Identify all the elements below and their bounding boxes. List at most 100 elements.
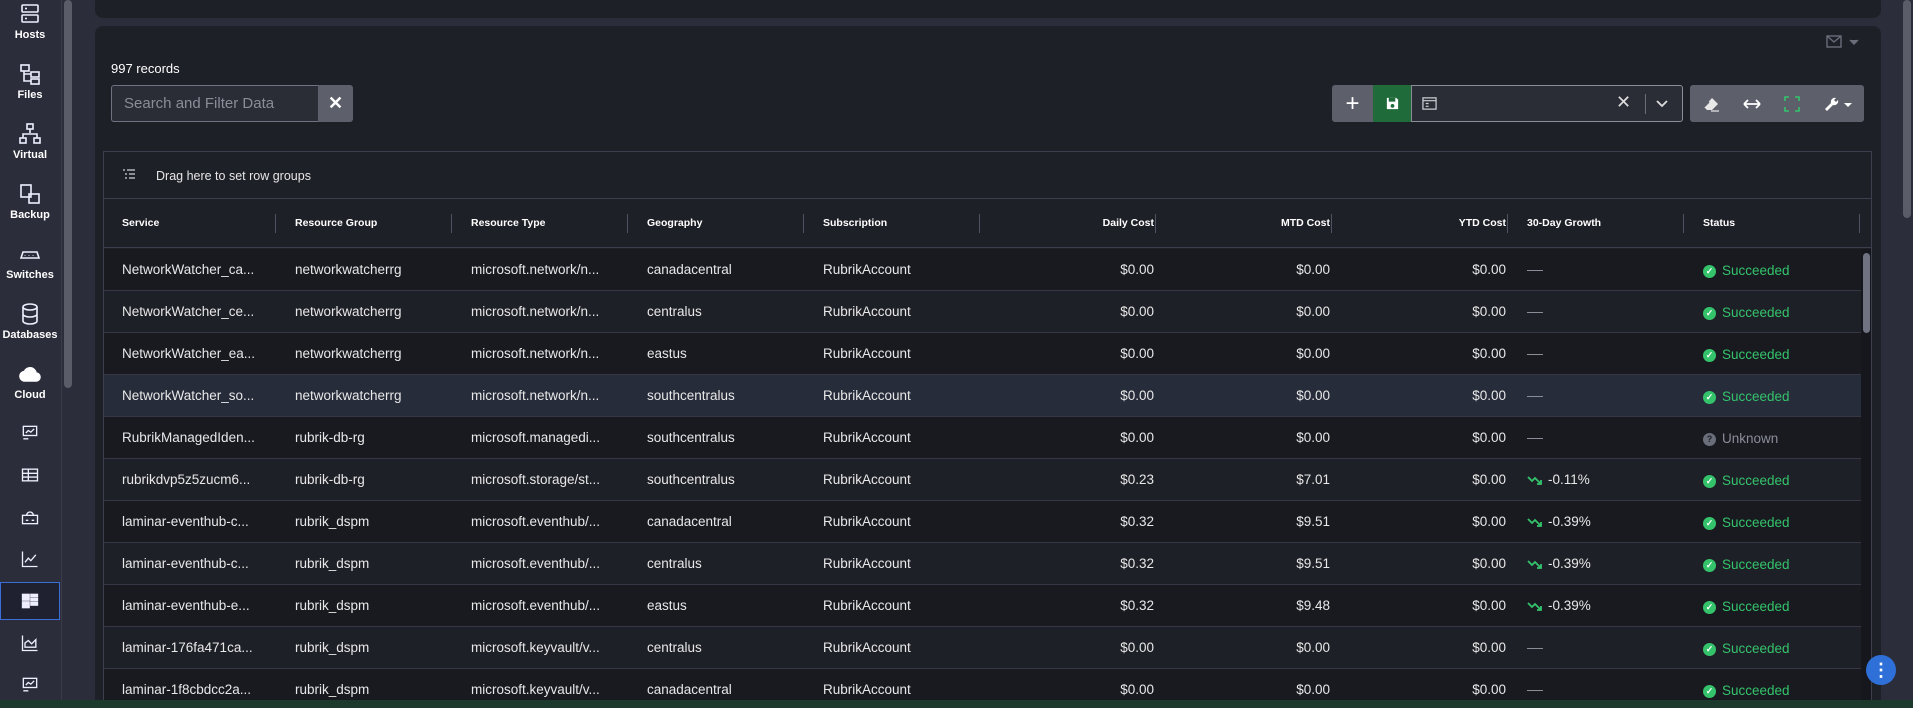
page-scrollbar[interactable]	[1901, 0, 1913, 708]
column-header-status[interactable]: Status	[1703, 199, 1853, 248]
search-clear-button[interactable]: ✕	[318, 85, 353, 122]
cell-ytd[interactable]: $0.00	[1351, 459, 1506, 501]
cell-type[interactable]: microsoft.keyvault/v...	[471, 627, 621, 669]
column-header-30-day-growth[interactable]: 30-Day Growth	[1527, 199, 1677, 248]
grid-scrollbar[interactable]	[1861, 249, 1871, 708]
column-resize-handle[interactable]	[1507, 214, 1508, 233]
cell-daily[interactable]: $0.00	[999, 249, 1154, 291]
cell-growth[interactable]	[1527, 291, 1677, 333]
table-row[interactable]: rubrikdvp5z5zucm6... rubrik-db-rg microsof…	[104, 459, 1861, 501]
cell-mtd[interactable]: $0.00	[1175, 333, 1330, 375]
tools-menu-button[interactable]	[1812, 85, 1864, 122]
chevron-down-icon[interactable]	[1654, 95, 1670, 111]
cell-daily[interactable]: $0.32	[999, 543, 1154, 585]
cell-sub[interactable]: RubrikAccount	[823, 375, 973, 417]
nav-table[interactable]	[0, 456, 60, 494]
cell-sub[interactable]: RubrikAccount	[823, 291, 973, 333]
cell-service[interactable]: rubrikdvp5z5zucm6...	[122, 459, 272, 501]
cell-group[interactable]: networkwatcherrg	[295, 333, 445, 375]
cell-ytd[interactable]: $0.00	[1351, 333, 1506, 375]
cell-sub[interactable]: RubrikAccount	[823, 333, 973, 375]
table-row[interactable]: laminar-176fa471ca... rubrik_dspm microsof…	[104, 627, 1861, 669]
cell-ytd[interactable]: $0.00	[1351, 291, 1506, 333]
cell-sub[interactable]: RubrikAccount	[823, 501, 973, 543]
autosize-columns-button[interactable]	[1732, 85, 1772, 122]
table-row[interactable]: NetworkWatcher_so... networkwatcherrg micr…	[104, 375, 1861, 417]
grid-scrollbar-thumb[interactable]	[1863, 253, 1870, 333]
column-resize-handle[interactable]	[627, 214, 628, 233]
nav-report[interactable]	[0, 414, 60, 452]
cell-service[interactable]: laminar-eventhub-c...	[122, 543, 272, 585]
cell-type[interactable]: microsoft.managedi...	[471, 417, 621, 459]
cell-daily[interactable]: $0.32	[999, 501, 1154, 543]
cell-mtd[interactable]: $0.00	[1175, 375, 1330, 417]
nav-dashboard[interactable]	[0, 498, 60, 536]
cell-type[interactable]: microsoft.network/n...	[471, 333, 621, 375]
cell-ytd[interactable]: $0.00	[1351, 417, 1506, 459]
column-header-mtd-cost[interactable]: MTD Cost	[1175, 199, 1330, 248]
cell-growth[interactable]: -0.39%	[1527, 585, 1677, 627]
cell-geo[interactable]: centralus	[647, 543, 797, 585]
column-header-subscription[interactable]: Subscription	[823, 199, 973, 248]
cell-type[interactable]: microsoft.network/n...	[471, 249, 621, 291]
column-resize-handle[interactable]	[1155, 214, 1156, 233]
cell-status[interactable]: ✓ Succeeded	[1703, 585, 1853, 627]
cell-service[interactable]: NetworkWatcher_ea...	[122, 333, 272, 375]
table-row[interactable]: NetworkWatcher_ca... networkwatcherrg micr…	[104, 249, 1861, 291]
cell-type[interactable]: microsoft.eventhub/...	[471, 501, 621, 543]
view-select[interactable]: ✕	[1411, 85, 1683, 122]
cell-group[interactable]: rubrik-db-rg	[295, 459, 445, 501]
cell-service[interactable]: laminar-eventhub-c...	[122, 501, 272, 543]
cell-mtd[interactable]: $0.00	[1175, 417, 1330, 459]
cell-growth[interactable]: -0.39%	[1527, 501, 1677, 543]
cell-mtd[interactable]: $0.00	[1175, 291, 1330, 333]
cell-ytd[interactable]: $0.00	[1351, 501, 1506, 543]
column-resize-handle[interactable]	[1331, 214, 1332, 233]
cell-daily[interactable]: $0.00	[999, 375, 1154, 417]
cell-ytd[interactable]: $0.00	[1351, 543, 1506, 585]
row-group-dropzone[interactable]: Drag here to set row groups	[104, 152, 1871, 199]
fullscreen-button[interactable]	[1772, 85, 1812, 122]
cell-sub[interactable]: RubrikAccount	[823, 459, 973, 501]
column-resize-handle[interactable]	[451, 214, 452, 233]
cell-growth[interactable]	[1527, 249, 1677, 291]
cell-daily[interactable]: $0.00	[999, 291, 1154, 333]
nav-item-switches[interactable]: Switches	[0, 242, 60, 298]
add-button[interactable]: +	[1332, 85, 1373, 122]
cell-daily[interactable]: $0.32	[999, 585, 1154, 627]
cell-growth[interactable]	[1527, 627, 1677, 669]
cell-mtd[interactable]: $9.48	[1175, 585, 1330, 627]
table-row[interactable]: NetworkWatcher_ce... networkwatcherrg micr…	[104, 291, 1861, 333]
column-resize-handle[interactable]	[803, 214, 804, 233]
nav-item-virtual[interactable]: Virtual	[0, 122, 60, 178]
table-row[interactable]: laminar-eventhub-c... rubrik_dspm microsof…	[104, 501, 1861, 543]
cell-geo[interactable]: southcentralus	[647, 459, 797, 501]
cell-geo[interactable]: southcentralus	[647, 375, 797, 417]
cell-status[interactable]: ✓ Succeeded	[1703, 333, 1853, 375]
search-input[interactable]	[111, 85, 319, 122]
cell-type[interactable]: microsoft.storage/st...	[471, 459, 621, 501]
cell-sub[interactable]: RubrikAccount	[823, 585, 973, 627]
cell-group[interactable]: networkwatcherrg	[295, 291, 445, 333]
cell-group[interactable]: rubrik_dspm	[295, 543, 445, 585]
nav-item-hosts[interactable]: Hosts	[0, 2, 60, 58]
nav-item-cloud[interactable]: Cloud	[0, 362, 60, 418]
cell-geo[interactable]: canadacentral	[647, 249, 797, 291]
cell-geo[interactable]: centralus	[647, 291, 797, 333]
cell-service[interactable]: laminar-eventhub-e...	[122, 585, 272, 627]
cell-daily[interactable]: $0.00	[999, 417, 1154, 459]
cell-group[interactable]: rubrik_dspm	[295, 501, 445, 543]
cell-sub[interactable]: RubrikAccount	[823, 627, 973, 669]
cell-group[interactable]: networkwatcherrg	[295, 249, 445, 291]
cell-geo[interactable]: eastus	[647, 585, 797, 627]
cell-service[interactable]: RubrikManagedIden...	[122, 417, 272, 459]
cell-geo[interactable]: southcentralus	[647, 417, 797, 459]
cell-status[interactable]: ✓ Succeeded	[1703, 375, 1853, 417]
column-header-service[interactable]: Service	[122, 199, 272, 248]
cell-growth[interactable]: -0.39%	[1527, 543, 1677, 585]
nav-report-2[interactable]	[0, 666, 60, 704]
column-resize-handle[interactable]	[275, 214, 276, 233]
column-header-daily-cost[interactable]: Daily Cost	[999, 199, 1154, 248]
cell-ytd[interactable]: $0.00	[1351, 585, 1506, 627]
cell-service[interactable]: laminar-176fa471ca...	[122, 627, 272, 669]
